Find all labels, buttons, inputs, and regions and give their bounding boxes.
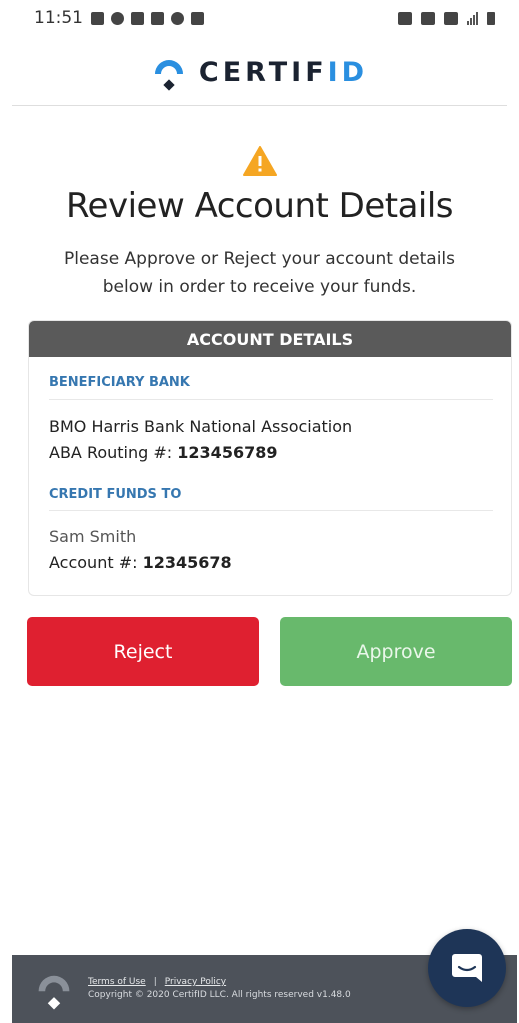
alarm-icon <box>398 11 412 25</box>
wifi-icon <box>444 11 458 25</box>
notification-icons <box>91 11 204 25</box>
signal-icon <box>467 11 478 25</box>
app-header: CERTIFID <box>0 50 519 94</box>
card-heading: ACCOUNT DETAILS <box>29 321 511 357</box>
status-left: 11:51 <box>34 8 204 28</box>
sync-icon <box>171 11 184 25</box>
section-divider <box>49 510 493 511</box>
routing-label: ABA Routing #: <box>49 443 173 462</box>
privacy-policy-link[interactable]: Privacy Policy <box>165 977 226 987</box>
copyright-text: Copyright © 2020 CertifID LLC. All right… <box>88 990 351 1000</box>
page-subtitle: Please Approve or Reject your account de… <box>63 249 456 297</box>
status-time: 11:51 <box>34 8 83 28</box>
account-label: Account #: <box>49 553 138 572</box>
routing-value: 123456789 <box>177 443 278 462</box>
brand-name: CERTIFID <box>199 57 368 88</box>
account-number-row: Account #: 12345678 <box>49 553 232 572</box>
certifid-footer-logo-icon <box>38 975 70 1010</box>
status-right <box>398 11 495 25</box>
warning-triangle-icon <box>243 146 277 176</box>
section-divider <box>49 399 493 400</box>
sim-icon <box>91 11 104 25</box>
certifid-logo-icon <box>154 60 183 91</box>
image-icon <box>191 11 204 25</box>
status-bar: 11:51 <box>0 0 519 36</box>
brand-main: CERTIF <box>198 56 328 88</box>
mute-icon <box>421 11 435 25</box>
routing-number-row: ABA Routing #: 123456789 <box>49 443 277 462</box>
bank-name: BMO Harris Bank National Association <box>49 417 353 436</box>
message-icon <box>151 11 164 25</box>
account-value: 12345678 <box>142 553 232 572</box>
footer-separator: | <box>153 977 157 987</box>
chat-bubble-icon <box>452 954 482 982</box>
footer-links: Terms of Use | Privacy Policy <box>88 976 351 989</box>
chat-icon <box>111 11 124 25</box>
mail-icon <box>131 11 144 25</box>
beneficiary-bank-label: BENEFICIARY BANK <box>49 375 190 390</box>
credit-funds-label: CREDIT FUNDS TO <box>49 487 182 502</box>
footer-text: Terms of Use | Privacy Policy Copyright © … <box>88 976 351 1002</box>
page-title: Review Account Details <box>65 186 454 226</box>
account-holder-name: Sam Smith <box>49 527 137 546</box>
chat-launcher-button[interactable] <box>428 929 506 1007</box>
approve-button[interactable]: Approve <box>280 617 512 686</box>
header-divider <box>12 105 507 106</box>
brand-accent: ID <box>327 56 369 88</box>
reject-button[interactable]: Reject <box>27 617 259 686</box>
battery-icon <box>487 11 495 25</box>
terms-of-use-link[interactable]: Terms of Use <box>88 977 146 987</box>
account-details-card: ACCOUNT DETAILS BENEFICIARY BANK BMO Har… <box>28 320 512 596</box>
